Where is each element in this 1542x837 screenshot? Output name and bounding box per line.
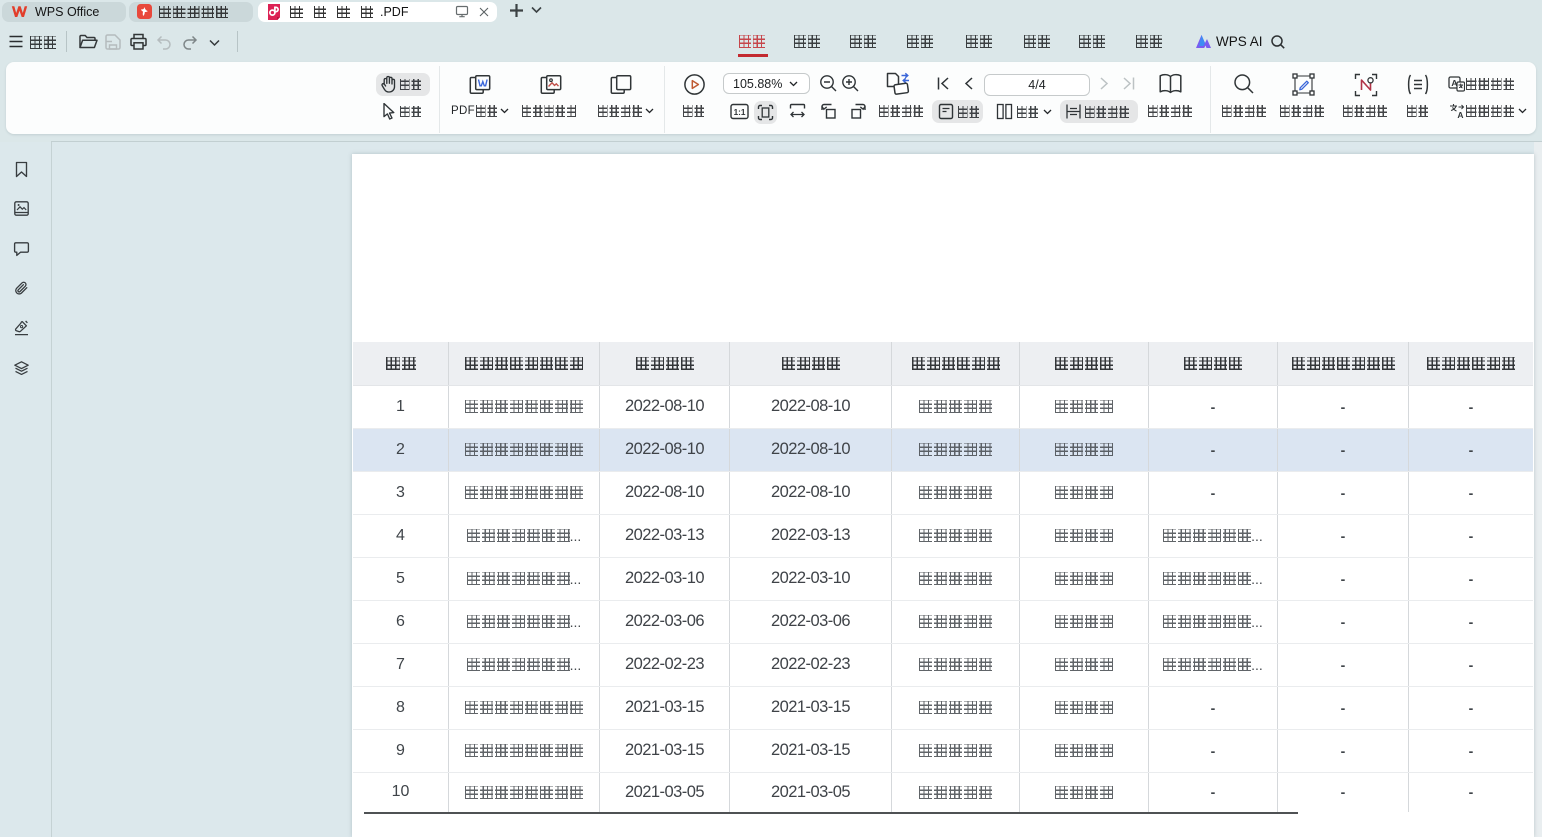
svg-text:1:1: 1:1: [734, 108, 746, 117]
svg-text:A: A: [1457, 110, 1463, 119]
